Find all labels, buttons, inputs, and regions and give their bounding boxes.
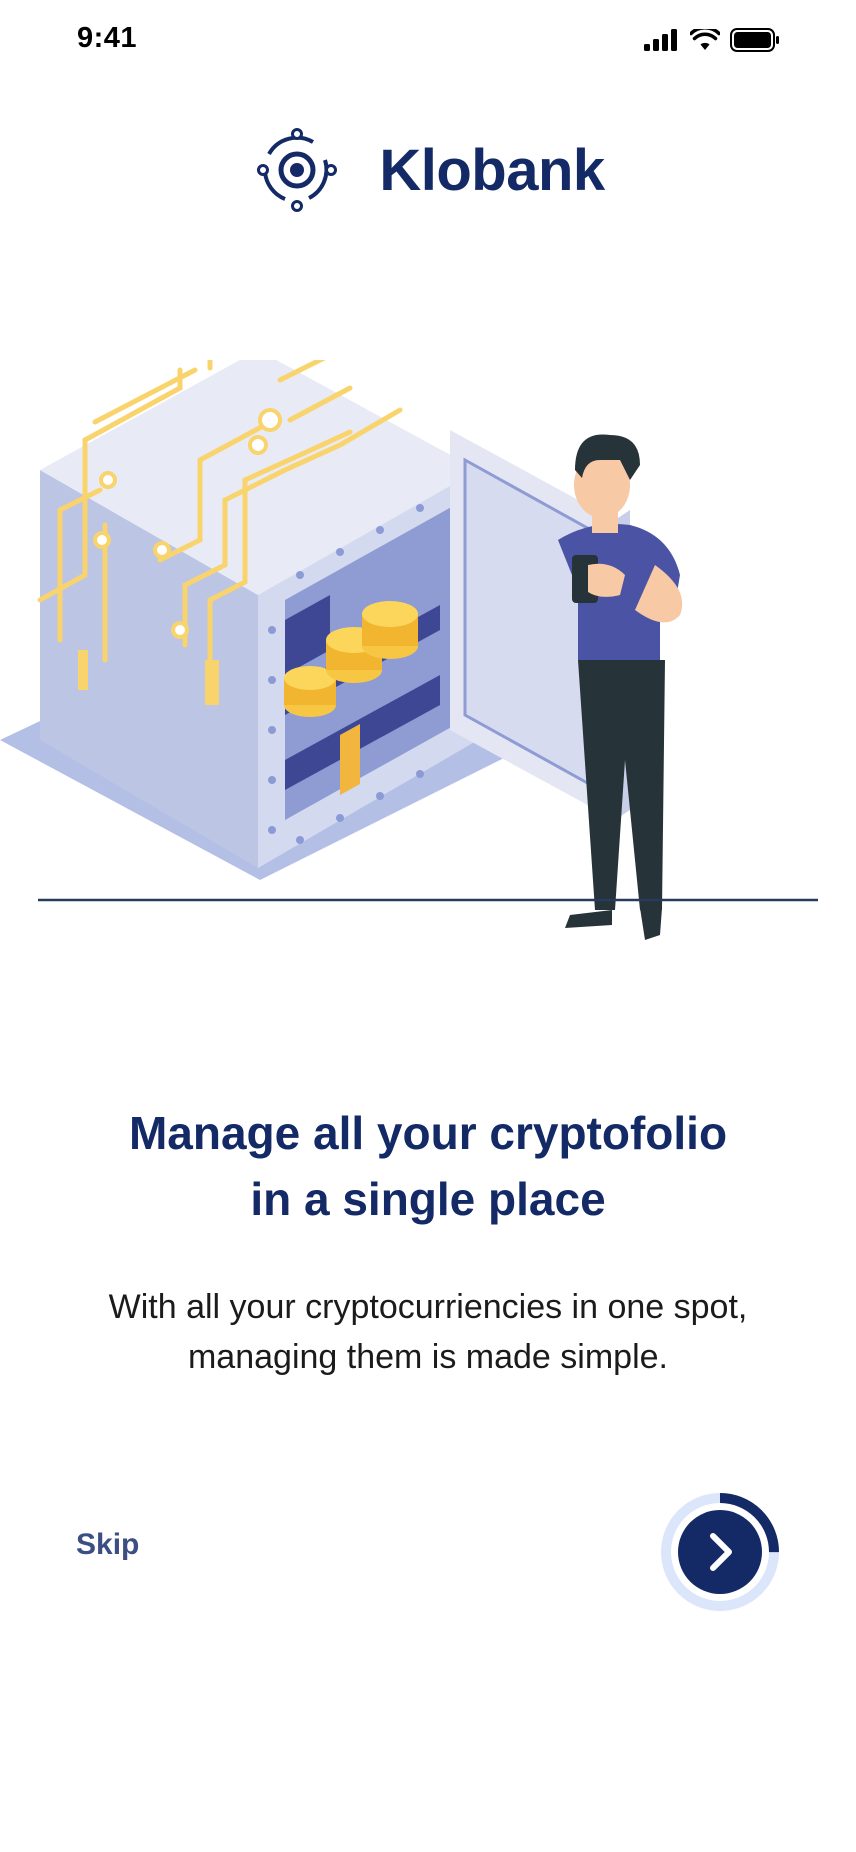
battery-icon	[730, 28, 779, 52]
skip-button[interactable]: Skip	[76, 1528, 139, 1562]
klobank-logo-icon	[257, 128, 338, 212]
subtext-line-1: With all your cryptocurriencies in one s…	[108, 1288, 748, 1326]
onboarding-subtext: With all your cryptocurriencies in one s…	[60, 1282, 796, 1382]
subtext-line-2: managing them is made simple.	[187, 1338, 668, 1376]
vault-illustration	[0, 360, 818, 940]
onboarding-headline: Manage all your cryptofolio in a single …	[60, 1100, 796, 1232]
wifi-icon	[690, 29, 720, 50]
brand-header: Klobank	[0, 120, 856, 220]
status-icons	[644, 26, 780, 54]
status-bar: 9:41	[0, 0, 856, 80]
status-time: 9:41	[77, 22, 138, 54]
headline-line-1: Manage all your cryptofolio	[128, 1107, 728, 1159]
headline-line-2: in a single place	[250, 1173, 606, 1225]
next-button[interactable]	[660, 1492, 780, 1612]
next-button-circle[interactable]	[678, 1510, 762, 1594]
brand-name: Klobank	[379, 137, 605, 203]
signal-icon	[644, 29, 677, 51]
